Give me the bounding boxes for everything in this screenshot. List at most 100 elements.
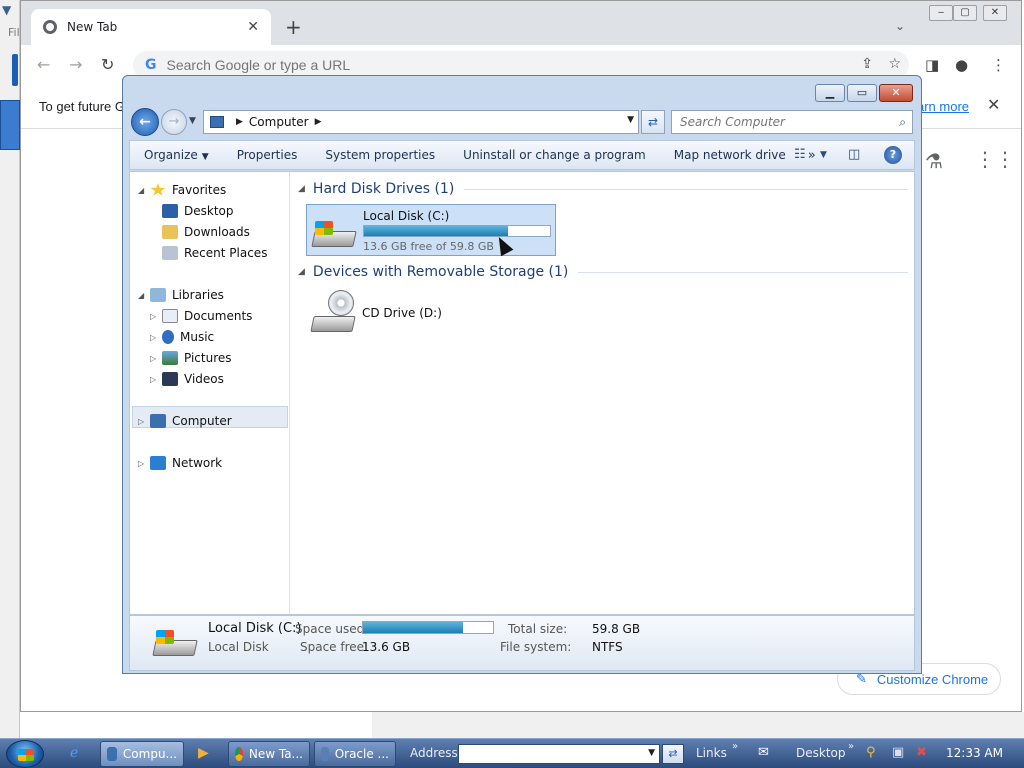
google-apps-grid-icon[interactable]: ⋮⋮ — [975, 147, 1015, 171]
properties-button[interactable]: Properties — [223, 148, 312, 162]
back-arrow-icon[interactable]: ← — [37, 55, 50, 74]
address-dropdown-icon[interactable]: ▼ — [648, 748, 655, 758]
drive-tile-local-disk-c[interactable]: Local Disk (C:) 13.6 GB free of 59.8 GB — [306, 204, 556, 256]
nav-item-music[interactable]: ▷ Music — [150, 327, 214, 347]
explorer-close-button[interactable]: ✕ — [879, 84, 913, 102]
details-pane: Local Disk (C:) Local Disk Space used: S… — [129, 615, 915, 671]
change-view-icon[interactable]: ☷ — [794, 147, 806, 162]
network-tray-icon[interactable]: ▣ — [892, 745, 904, 760]
desktop-toolbar-label[interactable]: Desktop — [796, 746, 846, 760]
group-header-removable-storage[interactable]: ◢ Devices with Removable Storage (1) — [298, 264, 908, 280]
videos-film-icon — [162, 372, 178, 386]
chrome-minimize-button[interactable]: ‒ — [929, 5, 953, 21]
system-clock[interactable]: 12:33 AM — [946, 746, 1003, 760]
background-vbox-strip: ▼ Fil — [0, 0, 20, 738]
search-input[interactable] — [680, 115, 880, 129]
side-panel-icon[interactable]: ◨ — [925, 56, 939, 74]
collapse-arrow-icon[interactable]: ◢ — [298, 267, 305, 277]
taskbar-button-computer[interactable]: Compu... — [100, 741, 184, 767]
nav-item-computer[interactable]: ▷ Computer — [138, 411, 232, 431]
explorer-title-bar[interactable]: ▁ ▭ ✕ — [123, 76, 921, 106]
address-bar[interactable]: ▶ Computer ▶ ▼ — [203, 110, 639, 134]
expand-arrow-icon[interactable]: ▷ — [150, 312, 162, 321]
volume-muted-icon[interactable]: ✖ — [916, 745, 927, 760]
expand-arrow-icon[interactable]: ▷ — [150, 375, 162, 384]
infobar-learn-more-link[interactable]: arn more — [917, 99, 969, 114]
collapse-arrow-icon[interactable]: ◢ — [138, 186, 150, 195]
expand-arrow-icon[interactable]: ▷ — [150, 354, 162, 363]
collapse-arrow-icon[interactable]: ◢ — [138, 291, 150, 300]
chrome-menu-icon[interactable]: ⋮ — [991, 56, 1006, 74]
nav-item-pictures[interactable]: ▷ Pictures — [150, 348, 232, 368]
explorer-maximize-button[interactable]: ▭ — [847, 84, 877, 102]
refresh-button[interactable]: ⇄ — [641, 110, 665, 134]
nav-item-recent-places[interactable]: Recent Places — [150, 243, 267, 263]
links-toolbar-label[interactable]: Links — [696, 746, 727, 760]
address-toolbar-label: Address — [410, 746, 458, 760]
chrome-close-button[interactable]: ✕ — [983, 5, 1007, 21]
chrome-maximize-button[interactable]: ▢ — [953, 5, 977, 21]
collapse-arrow-icon[interactable]: ◢ — [298, 184, 305, 194]
breadcrumb-separator-icon[interactable]: ▶ — [315, 117, 322, 127]
taskbar-button-oracle[interactable]: Oracle ... — [314, 741, 396, 767]
organize-button[interactable]: Organize ▼ — [130, 148, 223, 162]
bookmark-star-icon[interactable]: ☆ — [888, 56, 901, 72]
search-icon[interactable]: ⌕ — [899, 115, 906, 130]
reload-icon[interactable]: ↻ — [101, 55, 114, 74]
help-icon[interactable]: ? — [884, 146, 902, 164]
explorer-minimize-button[interactable]: ▁ — [815, 84, 845, 102]
omnibox-input[interactable] — [166, 57, 807, 73]
nav-item-network[interactable]: ▷ Network — [138, 453, 222, 473]
share-icon[interactable]: ⇪ — [861, 56, 873, 72]
breadcrumb-separator-icon[interactable]: ▶ — [236, 117, 243, 127]
view-dropdown-icon[interactable]: ▼ — [820, 150, 827, 160]
vbox-toolbar-icon — [12, 54, 18, 86]
infobar-close-icon[interactable]: ✕ — [987, 95, 1000, 114]
desktop-chevron-icon[interactable]: » — [848, 741, 854, 752]
new-tab-button[interactable]: + — [285, 15, 302, 39]
expand-arrow-icon[interactable]: ▷ — [150, 333, 162, 342]
start-button[interactable] — [6, 740, 44, 768]
labs-flask-icon[interactable]: ⚗ — [925, 149, 943, 173]
internet-explorer-icon[interactable]: ℯ — [70, 745, 78, 761]
uninstall-program-button[interactable]: Uninstall or change a program — [449, 148, 660, 162]
group-header-hard-disk-drives[interactable]: ◢ Hard Disk Drives (1) — [298, 181, 908, 197]
system-properties-button[interactable]: System properties — [311, 148, 449, 162]
drive-c-name: Local Disk (C:) — [363, 209, 450, 223]
taskbar-address-input[interactable]: ▼ — [458, 744, 660, 764]
vbox-selected-item[interactable] — [0, 100, 20, 150]
nav-item-videos[interactable]: ▷ Videos — [150, 369, 224, 389]
expand-arrow-icon[interactable]: ▷ — [138, 417, 150, 426]
back-button[interactable]: ← — [131, 108, 159, 136]
star-icon — [150, 183, 166, 196]
search-tray-icon[interactable]: ⚲ — [866, 745, 876, 760]
nav-item-favorites[interactable]: ◢ Favorites — [138, 180, 226, 200]
breadcrumb-computer[interactable]: Computer — [249, 115, 309, 129]
recent-pages-dropdown-icon[interactable]: ▼ — [189, 116, 196, 126]
drive-tile-cd-drive-d[interactable]: CD Drive (D:) — [306, 288, 556, 340]
address-dropdown-icon[interactable]: ▼ — [627, 115, 634, 125]
tab-search-chevron-icon[interactable]: ⌄ — [895, 19, 905, 33]
chrome-tab-new-tab[interactable]: New Tab ✕ — [31, 9, 271, 45]
expand-arrow-icon[interactable]: ▷ — [138, 459, 150, 468]
windows-logo-icon — [315, 221, 333, 235]
links-chevron-icon[interactable]: » — [732, 741, 738, 752]
tab-close-icon[interactable]: ✕ — [247, 19, 259, 35]
nav-item-libraries[interactable]: ◢ Libraries — [138, 285, 224, 305]
forward-button[interactable]: → — [161, 109, 187, 135]
network-icon — [150, 456, 166, 470]
taskbar-button-new-tab[interactable]: New Ta... — [228, 741, 310, 767]
preview-pane-icon[interactable]: ◫ — [848, 147, 860, 162]
notepad-icon[interactable]: ✉ — [758, 745, 769, 760]
map-network-drive-button[interactable]: Map network drive — [660, 148, 800, 162]
search-box[interactable]: ⌕ — [671, 110, 913, 134]
nav-item-downloads[interactable]: Downloads — [150, 222, 250, 242]
taskbar-go-button[interactable]: ⇄ — [662, 744, 684, 764]
forward-arrow-icon[interactable]: → — [69, 55, 82, 74]
profile-avatar-icon[interactable]: ● — [955, 56, 968, 74]
explorer-window: ▁ ▭ ✕ ← → ▼ ▶ Computer ▶ ▼ ⇄ ⌕ Organize▼… — [122, 75, 922, 674]
nav-item-desktop[interactable]: Desktop — [150, 201, 234, 221]
nav-item-documents[interactable]: ▷ Documents — [150, 306, 252, 326]
media-player-icon[interactable]: ▶ — [198, 745, 209, 761]
taskbar: ℯ Compu... ▶ New Ta... Oracle ... Addres… — [0, 738, 1024, 768]
